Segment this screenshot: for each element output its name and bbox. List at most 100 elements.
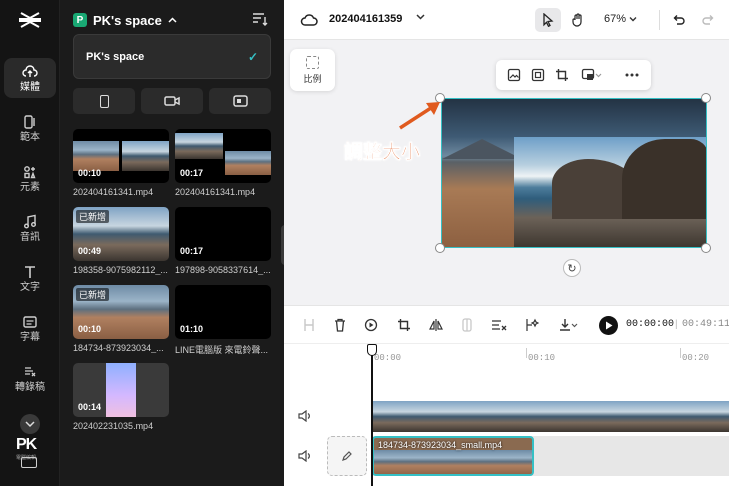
- annotation-arrow-icon: [399, 102, 440, 130]
- filter-landscape-button[interactable]: [209, 88, 271, 114]
- music-note-icon: [24, 214, 36, 228]
- play-icon: [605, 321, 612, 330]
- more-options-button[interactable]: [624, 67, 640, 83]
- media-item[interactable]: 00:17 197898-9058337614_...: [175, 207, 271, 275]
- media-item[interactable]: 00:10 202404161341.mp4: [73, 129, 169, 197]
- pencil-icon: [342, 451, 352, 461]
- media-duration: 00:17: [180, 246, 204, 256]
- media-item[interactable]: 00:14 202402231035.mp4: [73, 363, 169, 431]
- rail-label-media: 媒體: [20, 81, 40, 93]
- media-item[interactable]: 已新增 00:10 184734-873923034_...: [73, 285, 169, 353]
- speed-button[interactable]: [491, 317, 507, 333]
- resize-handle-bottom-right[interactable]: [701, 243, 711, 253]
- undo-button[interactable]: [666, 8, 692, 32]
- resize-handle-bottom-left[interactable]: [435, 243, 445, 253]
- time-ruler[interactable]: 00:00 00:10 00:20: [372, 344, 729, 368]
- fit-button[interactable]: [530, 67, 546, 83]
- cover-edit-button[interactable]: [327, 436, 367, 476]
- media-duration: 00:14: [78, 402, 102, 412]
- select-tool-button[interactable]: [535, 8, 561, 32]
- media-duration: 01:10: [180, 324, 204, 334]
- hand-icon: [572, 13, 582, 27]
- media-thumbnail: 00:14: [73, 363, 169, 417]
- redo-button[interactable]: [695, 8, 721, 32]
- clip-label: 184734-873923034_small.mp4: [378, 440, 503, 450]
- freeze-button[interactable]: [363, 317, 379, 333]
- ruler-tick-label: 00:10: [528, 353, 556, 363]
- media-name: 202404161341.mp4: [73, 187, 154, 197]
- rail-item-templates[interactable]: 範本: [4, 108, 56, 148]
- media-duration: 00:49: [78, 246, 102, 256]
- crop-clip-button[interactable]: [396, 317, 412, 333]
- project-title[interactable]: 202404161359: [329, 13, 402, 25]
- filter-portrait-button[interactable]: [73, 88, 135, 114]
- rail-label-audio: 音訊: [20, 231, 40, 243]
- clip-frame: [444, 450, 514, 474]
- track-frame: [532, 401, 572, 432]
- mirror-button[interactable]: [428, 317, 444, 333]
- layout-icon: [581, 68, 594, 80]
- toolbar-divider: [659, 10, 660, 30]
- resize-handle-top-right[interactable]: [701, 93, 711, 103]
- rail-item-elements[interactable]: 元素: [4, 158, 56, 198]
- more-icon: [625, 73, 639, 77]
- undo-icon: [673, 15, 685, 25]
- rail-item-audio[interactable]: 音訊: [4, 208, 56, 248]
- media-name: 202404161341.mp4: [175, 187, 256, 197]
- playhead[interactable]: [367, 344, 377, 486]
- space-switcher[interactable]: P PK's space: [73, 11, 177, 29]
- download-menu-button[interactable]: [556, 317, 580, 333]
- play-button[interactable]: [599, 316, 618, 335]
- chevron-down-icon[interactable]: [416, 13, 425, 20]
- crop-button[interactable]: [554, 67, 570, 83]
- rotate-handle[interactable]: ↻: [563, 259, 581, 277]
- media-item[interactable]: 00:17 202404161341.mp4: [175, 129, 271, 197]
- timeline: 00:00:00 | 00:49:11 00:00 00:10 00:20 18…: [284, 305, 729, 486]
- cloud-icon[interactable]: [300, 12, 318, 28]
- timeline-toolbar: 00:00:00 | 00:49:11: [284, 306, 729, 344]
- sort-icon[interactable]: [252, 12, 268, 26]
- rail-item-transcript[interactable]: 轉錄稿: [4, 358, 56, 398]
- zoom-level[interactable]: 67%: [604, 13, 637, 25]
- replace-media-button[interactable]: [506, 67, 522, 83]
- phone-icon: [99, 94, 109, 108]
- chevron-down-icon: [571, 323, 577, 327]
- split-button[interactable]: [301, 317, 317, 333]
- mask-button[interactable]: [459, 317, 475, 333]
- elements-icon: [24, 165, 36, 178]
- ruler-tick-label: 00:00: [374, 353, 402, 363]
- cloud-upload-icon: [22, 64, 38, 77]
- aspect-ratio-button[interactable]: 比例: [290, 49, 335, 91]
- track-frame: [492, 401, 532, 432]
- delete-button[interactable]: [332, 317, 348, 333]
- expand-rail-button[interactable]: [20, 414, 40, 434]
- rail-item-text[interactable]: 文字: [4, 258, 56, 298]
- space-option[interactable]: PK's space ✓: [73, 34, 271, 79]
- ruler-tick-label: 00:20: [682, 353, 710, 363]
- overlay-track[interactable]: [372, 401, 729, 432]
- hand-tool-button[interactable]: [565, 8, 591, 32]
- media-name: LINE電腦版 來電鈴聲...: [175, 345, 269, 355]
- playhead-handle[interactable]: [367, 344, 377, 356]
- filter-video-button[interactable]: [141, 88, 203, 114]
- track-frame: [372, 401, 412, 432]
- media-item[interactable]: 已新增 00:49 198358-9075982112_...: [73, 207, 169, 275]
- rail-item-media[interactable]: 媒體: [4, 58, 56, 98]
- speaker-icon[interactable]: [298, 410, 312, 422]
- layout-menu-button[interactable]: [578, 67, 604, 83]
- trash-icon: [335, 318, 345, 332]
- main-clip[interactable]: 184734-873923034_small.mp4: [372, 436, 534, 476]
- capcut-logo: [19, 12, 41, 28]
- speaker-icon[interactable]: [298, 450, 312, 462]
- auto-cut-button[interactable]: [524, 317, 540, 333]
- rail-item-captions[interactable]: 字幕: [4, 308, 56, 348]
- cursor-icon: [543, 13, 554, 27]
- media-thumbnail: 00:17: [175, 207, 271, 261]
- rail-label-text: 文字: [20, 281, 40, 293]
- total-time: 00:49:11: [682, 319, 729, 330]
- crop-icon: [398, 319, 410, 331]
- keyboard-shortcuts-icon[interactable]: [21, 457, 37, 468]
- video-canvas[interactable]: [441, 98, 707, 248]
- video-camera-icon: [164, 96, 180, 106]
- media-item[interactable]: 01:10 LINE電腦版 來電鈴聲...: [175, 285, 271, 356]
